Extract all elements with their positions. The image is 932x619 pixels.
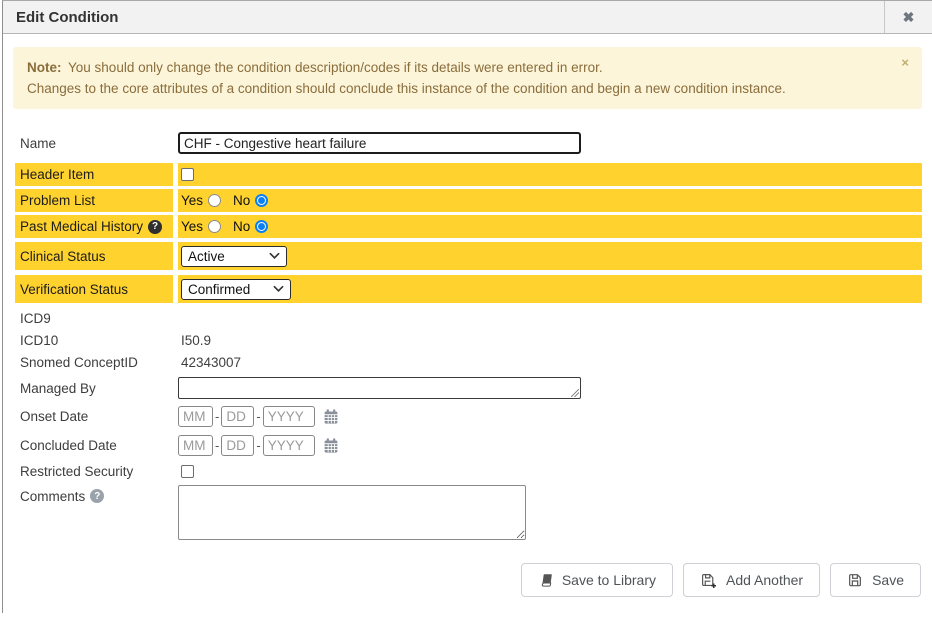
comments-label: Comments (20, 489, 85, 504)
problem-list-yes-radio[interactable] (208, 194, 221, 207)
date-separator: - (215, 409, 219, 424)
save-plus-icon (700, 572, 717, 589)
page-title: Edit Condition (3, 1, 884, 33)
row-restricted-security: Restricted Security (15, 461, 922, 482)
verification-status-value: Confirmed (188, 282, 250, 297)
name-label: Name (15, 129, 173, 157)
snomed-label: Snomed ConceptID (15, 352, 173, 372)
pmh-yes-label: Yes (181, 219, 203, 234)
concluded-year-input[interactable] (263, 435, 315, 456)
date-separator: - (256, 438, 260, 453)
row-header-item: Header Item (15, 163, 922, 186)
clinical-status-select[interactable]: Active (181, 246, 287, 267)
icd10-value: I50.9 (181, 333, 211, 348)
pmh-no-label: No (233, 219, 250, 234)
note-line-2: Changes to the core attributes of a cond… (27, 78, 882, 99)
restricted-security-checkbox[interactable] (181, 465, 194, 478)
past-medical-history-label: Past Medical History (20, 219, 143, 234)
header-item-checkbox[interactable] (181, 168, 194, 181)
calendar-icon[interactable] (322, 408, 340, 425)
managed-by-input[interactable] (179, 378, 580, 398)
icd9-label: ICD9 (15, 308, 173, 328)
row-clinical-status: Clinical Status Active (15, 242, 922, 270)
row-managed-by: Managed By (15, 375, 922, 401)
close-button[interactable]: ✖ (884, 1, 932, 33)
concluded-day-input[interactable] (221, 435, 254, 456)
save-to-library-button[interactable]: Save to Library (521, 563, 673, 597)
note-text-1: You should only change the condition des… (68, 60, 603, 75)
row-snomed: Snomed ConceptID 42343007 (15, 352, 922, 372)
comments-textarea[interactable] (178, 485, 526, 540)
note-dismiss-icon[interactable]: × (901, 56, 909, 69)
row-concluded-date: Concluded Date - - (15, 432, 922, 459)
save-label: Save (872, 572, 904, 588)
dialog-header: Edit Condition ✖ (3, 1, 932, 34)
calendar-icon[interactable] (322, 437, 340, 454)
edit-condition-dialog: Edit Condition ✖ Note: You should only c… (2, 0, 932, 613)
save-to-library-label: Save to Library (562, 572, 656, 588)
clinical-status-label: Clinical Status (15, 242, 173, 270)
date-separator: - (256, 409, 260, 424)
clinical-status-value: Active (188, 249, 225, 264)
help-icon[interactable]: ? (90, 489, 104, 503)
row-verification-status: Verification Status Confirmed (15, 275, 922, 303)
note-label: Note: (27, 60, 62, 75)
help-icon[interactable]: ? (148, 220, 162, 234)
problem-list-no-radio[interactable] (255, 194, 268, 207)
add-another-label: Add Another (726, 572, 803, 588)
save-button[interactable]: Save (830, 563, 921, 597)
row-problem-list: Problem List Yes No (15, 189, 922, 212)
save-icon (847, 572, 863, 588)
row-comments: Comments ? (15, 485, 922, 540)
note-line-1: Note: You should only change the conditi… (27, 57, 882, 78)
problem-list-no-label: No (233, 193, 250, 208)
verification-status-label: Verification Status (15, 275, 173, 303)
problem-list-yes-label: Yes (181, 193, 203, 208)
restricted-security-label: Restricted Security (15, 461, 173, 482)
pmh-yes-radio[interactable] (208, 220, 221, 233)
concluded-month-input[interactable] (178, 435, 213, 456)
close-icon: ✖ (903, 9, 915, 26)
note-banner: Note: You should only change the conditi… (13, 47, 922, 109)
chevron-down-icon (269, 252, 280, 260)
managed-by-label: Managed By (15, 375, 173, 401)
dialog-footer: Save to Library Add Another Save (521, 563, 921, 597)
row-past-medical-history: Past Medical History ? Yes No (15, 215, 922, 238)
row-onset-date: Onset Date - - (15, 403, 922, 430)
onset-date-label: Onset Date (15, 403, 173, 430)
icd10-label: ICD10 (15, 330, 173, 350)
condition-form: Name Header Item Problem List Yes No Pas… (3, 129, 932, 540)
verification-status-select[interactable]: Confirmed (181, 279, 291, 300)
problem-list-label: Problem List (15, 189, 173, 212)
book-icon (538, 573, 553, 588)
chevron-down-icon (273, 285, 284, 293)
name-input[interactable] (178, 132, 581, 154)
pmh-no-radio[interactable] (255, 220, 268, 233)
onset-year-input[interactable] (263, 406, 315, 427)
resize-grip-icon[interactable] (571, 389, 579, 397)
onset-month-input[interactable] (178, 406, 213, 427)
add-another-button[interactable]: Add Another (683, 563, 820, 597)
row-name: Name (15, 129, 922, 157)
date-separator: - (215, 438, 219, 453)
onset-day-input[interactable] (221, 406, 254, 427)
row-icd10: ICD10 I50.9 (15, 330, 922, 350)
concluded-date-label: Concluded Date (15, 432, 173, 459)
row-icd9: ICD9 (15, 308, 922, 328)
header-item-label: Header Item (15, 163, 173, 186)
snomed-value: 42343007 (181, 355, 241, 370)
